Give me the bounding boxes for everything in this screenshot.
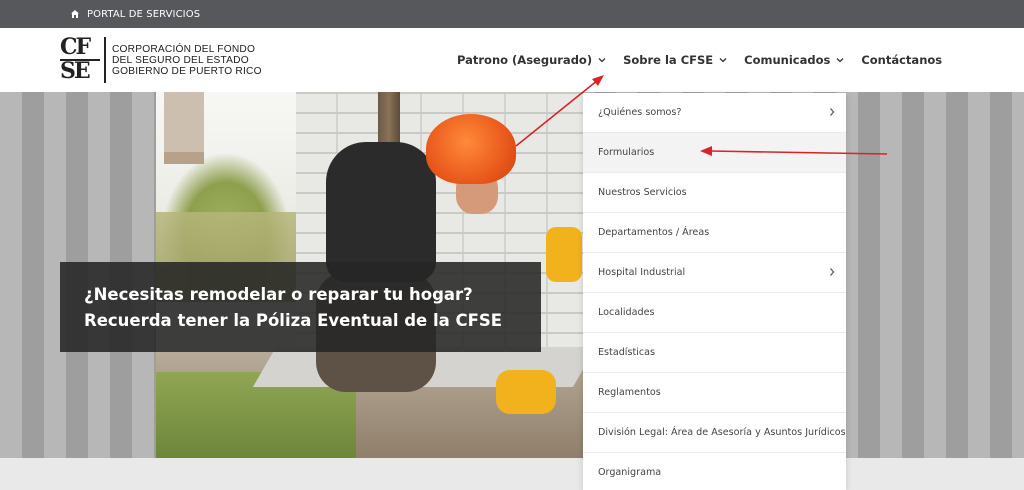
menu-item-estadisticas[interactable]: Estadísticas bbox=[583, 333, 846, 373]
portal-de-servicios-label: PORTAL DE SERVICIOS bbox=[87, 8, 201, 20]
logo-line-2: DEL SEGURO DEL ESTADO bbox=[112, 54, 249, 66]
menu-item-division-legal[interactable]: División Legal: Área de Asesoría y Asunt… bbox=[583, 413, 846, 453]
chevron-down-icon bbox=[598, 58, 606, 63]
menu-item-label: Reglamentos bbox=[598, 387, 661, 398]
menu-item-label: División Legal: Área de Asesoría y Asunt… bbox=[598, 427, 846, 438]
menu-item-label: Estadísticas bbox=[598, 347, 656, 358]
menu-item-departamentos[interactable]: Departamentos / Áreas bbox=[583, 213, 846, 253]
nav-patrono[interactable]: Patrono (Asegurado) bbox=[457, 53, 606, 67]
cfse-logo-mark: CF SE bbox=[60, 35, 100, 85]
nav-sobre-la-cfse[interactable]: Sobre la CFSE bbox=[623, 53, 727, 67]
menu-item-hospital-industrial[interactable]: Hospital Industrial bbox=[583, 253, 846, 293]
chevron-down-icon bbox=[836, 58, 844, 63]
hero-caption-line-1: ¿Necesitas remodelar o reparar tu hogar? bbox=[84, 285, 473, 304]
nav-contactanos[interactable]: Contáctanos bbox=[861, 53, 942, 67]
logo-line-3: GOBIERNO DE PUERTO RICO bbox=[112, 65, 262, 77]
logo-text: CORPORACIÓN DEL FONDO DEL SEGURO DEL EST… bbox=[112, 44, 262, 77]
menu-item-label: Organigrama bbox=[598, 467, 662, 478]
chevron-right-icon bbox=[830, 108, 835, 116]
menu-item-label: Formularios bbox=[598, 147, 655, 158]
nav-patrono-label: Patrono (Asegurado) bbox=[457, 53, 593, 67]
logo-line-1: CORPORACIÓN DEL FONDO bbox=[112, 43, 256, 55]
main-nav: Patrono (Asegurado) Sobre la CFSE Comuni… bbox=[457, 28, 942, 92]
sobre-la-cfse-dropdown: ¿Quiénes somos? Formularios Nuestros Ser… bbox=[583, 93, 846, 490]
logo-divider bbox=[104, 37, 106, 83]
cfse-logo[interactable]: CF SE CORPORACIÓN DEL FONDO DEL SEGURO D… bbox=[60, 34, 262, 86]
hero-caption-line-2: Recuerda tener la Póliza Eventual de la … bbox=[84, 311, 503, 330]
menu-item-formularios[interactable]: Formularios bbox=[583, 133, 846, 173]
home-icon bbox=[71, 10, 79, 18]
menu-item-localidades[interactable]: Localidades bbox=[583, 293, 846, 333]
nav-comunicados-label: Comunicados bbox=[744, 53, 831, 67]
hero-banner: ¿Necesitas remodelar o reparar tu hogar?… bbox=[0, 92, 1024, 458]
menu-item-label: Departamentos / Áreas bbox=[598, 227, 710, 238]
menu-item-quienes-somos[interactable]: ¿Quiénes somos? bbox=[583, 93, 846, 133]
hero-caption: ¿Necesitas remodelar o reparar tu hogar?… bbox=[60, 262, 541, 352]
logo-mark-bottom: SE bbox=[60, 58, 91, 84]
page-bottom-strip bbox=[0, 458, 1024, 490]
site-header: CF SE CORPORACIÓN DEL FONDO DEL SEGURO D… bbox=[0, 28, 1024, 92]
menu-item-organigrama[interactable]: Organigrama bbox=[583, 453, 846, 490]
menu-item-label: Hospital Industrial bbox=[598, 267, 686, 278]
menu-item-label: ¿Quiénes somos? bbox=[598, 107, 682, 118]
chevron-down-icon bbox=[719, 58, 727, 63]
menu-item-label: Nuestros Servicios bbox=[598, 187, 687, 198]
nav-contactanos-label: Contáctanos bbox=[861, 53, 943, 67]
menu-item-nuestros-servicios[interactable]: Nuestros Servicios bbox=[583, 173, 846, 213]
portal-de-servicios-link[interactable]: PORTAL DE SERVICIOS bbox=[70, 0, 200, 28]
logo-mark-top: CF bbox=[60, 34, 91, 60]
nav-sobre-la-cfse-label: Sobre la CFSE bbox=[623, 53, 714, 67]
chevron-right-icon bbox=[830, 268, 835, 276]
menu-item-reglamentos[interactable]: Reglamentos bbox=[583, 373, 846, 413]
nav-comunicados[interactable]: Comunicados bbox=[744, 53, 844, 67]
menu-item-label: Localidades bbox=[598, 307, 655, 318]
top-utility-bar: PORTAL DE SERVICIOS bbox=[0, 0, 1024, 28]
